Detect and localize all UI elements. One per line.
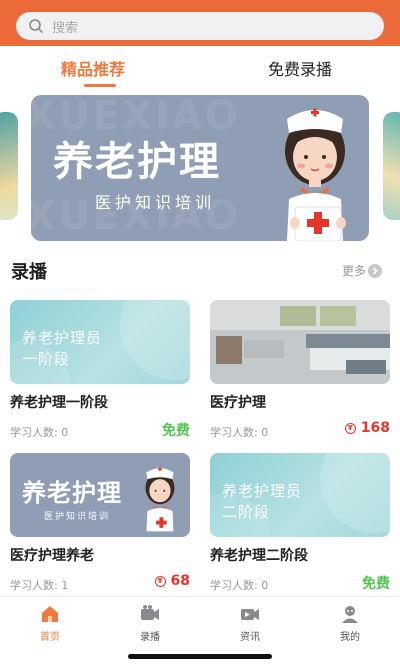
more-label: 更多: [342, 264, 367, 278]
nav-profile-label: 我的: [340, 632, 360, 643]
course-thumbnail: 养老护理员 二阶段: [210, 453, 390, 537]
app-screen: 搜索 精品推荐 免费录播 XUEXIAO XUEXIAO 养老护理 医护知识培训: [0, 0, 400, 666]
search-placeholder: 搜索: [52, 20, 79, 36]
price-value: 68: [170, 573, 190, 589]
course-thumbnail: 养老护理员 一阶段: [10, 300, 190, 384]
nav-recorded[interactable]: 录播: [120, 603, 180, 643]
course-card[interactable]: 养老护理员 一阶段 养老护理一阶段 学习人数: 0 免费: [10, 300, 190, 440]
home-indicator: [128, 654, 272, 659]
banner-title: 养老护理: [53, 139, 221, 185]
search-input[interactable]: 搜索: [16, 12, 384, 40]
video-icon: [141, 605, 159, 620]
course-card[interactable]: 养老护理员 二阶段 养老护理二阶段 学习人数: 0 免费: [210, 453, 390, 593]
tab-bar: 精品推荐 免费录播: [0, 50, 400, 88]
nav-profile[interactable]: 我的: [320, 603, 380, 643]
tab-featured[interactable]: 精品推荐: [61, 56, 125, 80]
user-icon: [342, 606, 358, 623]
thumbnail-subtitle: 医护知识培训: [44, 512, 111, 522]
header-bar: 搜索: [0, 0, 400, 46]
section-title: 录播: [11, 262, 47, 283]
coin-icon: ¥: [344, 422, 356, 434]
nav-news-label: 资讯: [240, 632, 260, 643]
price-free: 免费: [362, 576, 390, 592]
course-thumbnail-photo: [210, 300, 390, 384]
course-title: 医疗护理养老: [10, 548, 94, 564]
home-icon: [42, 606, 58, 622]
course-title: 医疗护理: [210, 395, 266, 411]
course-title: 养老护理二阶段: [210, 548, 308, 564]
tab-free-recorded[interactable]: 免费录播: [268, 56, 332, 80]
price-value: 168: [360, 420, 390, 436]
thumbnail-text: 养老护理员 一阶段: [22, 329, 103, 368]
coin-icon: ¥: [154, 575, 166, 587]
news-icon: [241, 609, 259, 620]
nav-home[interactable]: 首页: [20, 603, 80, 643]
banner-subtitle: 医护知识培训: [95, 193, 216, 212]
learner-count: 学习人数: 0: [210, 426, 269, 439]
chevron-right-icon: [368, 263, 383, 278]
nav-home-label: 首页: [40, 632, 60, 643]
carousel-prev-slide[interactable]: [0, 112, 18, 220]
tab-active-indicator: [84, 84, 116, 87]
nav-news[interactable]: 资讯: [220, 603, 280, 643]
search-icon: [29, 19, 43, 33]
thumbnail-text: 养老护理员 二阶段: [222, 482, 303, 521]
banner-slide[interactable]: XUEXIAO XUEXIAO 养老护理 医护知识培训: [31, 95, 369, 241]
carousel-next-slide[interactable]: [383, 112, 400, 220]
course-card[interactable]: 养老护理 医护知识培训 医疗护理养老 学习人数: 1 ¥ 68: [10, 453, 190, 593]
price-paid: ¥ 168: [344, 420, 390, 436]
nurse-illustration: [145, 467, 175, 532]
learner-count: 学习人数: 0: [10, 426, 69, 439]
nav-recorded-label: 录播: [140, 632, 160, 643]
thumbnail-title: 养老护理: [22, 479, 122, 507]
course-card[interactable]: 医疗护理 学习人数: 0 ¥ 168: [210, 300, 390, 440]
nurse-illustration: [285, 108, 346, 241]
course-thumbnail: 养老护理 医护知识培训: [10, 453, 190, 537]
more-link[interactable]: 更多: [342, 262, 383, 279]
course-title: 养老护理一阶段: [10, 395, 108, 411]
price-free: 免费: [162, 423, 190, 439]
learner-count: 学习人数: 0: [210, 579, 269, 592]
learner-count: 学习人数: 1: [10, 579, 69, 592]
price-paid: ¥ 68: [154, 573, 190, 589]
